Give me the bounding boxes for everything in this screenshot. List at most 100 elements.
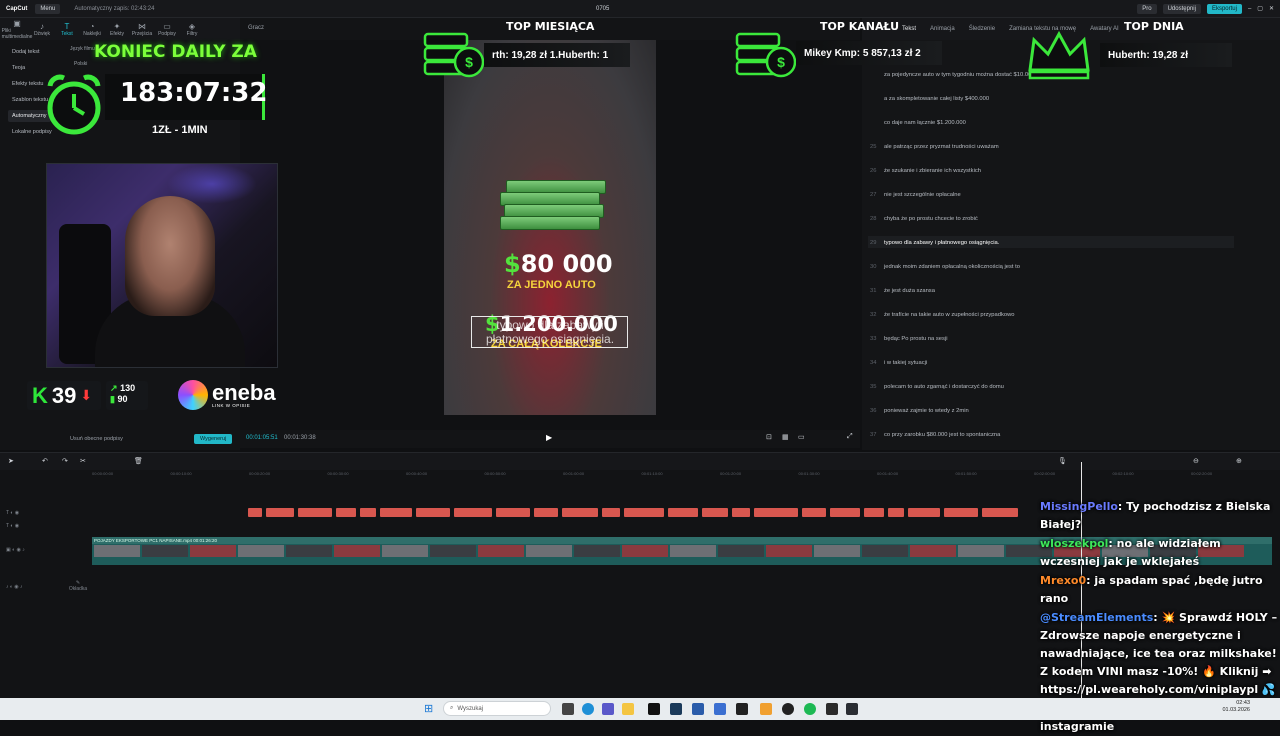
caption-clip[interactable] [702, 508, 728, 517]
track-video-controls[interactable]: ▣ ◐ ◉ ♪ [6, 547, 25, 553]
generate-button[interactable]: Wygeneruj [194, 434, 233, 444]
app-icon-blue[interactable] [692, 703, 704, 715]
tool-stickers[interactable]: ◔ Naklejki [81, 18, 103, 40]
tool-effects[interactable]: ✦ Efekty [106, 18, 128, 40]
redo-icon[interactable]: ↷ [62, 457, 68, 465]
caption-clip[interactable] [416, 508, 450, 517]
tool-transitions[interactable]: ⋈ Przejścia [131, 18, 153, 40]
subtitle-text[interactable]: typowo dla zabawy i płatnowego osiągnięc… [474, 318, 626, 346]
crop-icon[interactable]: ⊡ [766, 433, 772, 441]
caption-clip[interactable] [802, 508, 826, 517]
lp-add-text[interactable]: Dodaj tekst [8, 46, 44, 58]
caption-clip[interactable] [266, 508, 294, 517]
caption-clip[interactable] [864, 508, 884, 517]
app-icon-orange[interactable] [760, 703, 772, 715]
caption-clip[interactable] [982, 508, 1018, 517]
script-line[interactable]: a za skompletowanie całej listy $400.000 [870, 96, 989, 102]
quality-icon[interactable]: ▦ [782, 433, 789, 441]
caption-clip[interactable] [602, 508, 620, 517]
pro-badge[interactable]: Pro [1137, 3, 1157, 14]
explorer-icon[interactable] [622, 703, 634, 715]
remove-subs-checkbox[interactable]: Usuń obecne podpisy [70, 436, 123, 442]
caption-clip[interactable] [668, 508, 698, 517]
track-text-controls[interactable]: T ◐ ◉ [6, 510, 19, 516]
script-line[interactable]: 30 jednak moim zdaniem opłacalną okoliczn… [870, 264, 1020, 270]
minimize-icon[interactable]: – [1248, 6, 1251, 12]
export-button[interactable]: Eksportuj [1206, 3, 1242, 14]
tab-animation[interactable]: Animacja [930, 26, 955, 32]
taskbar-search[interactable]: ⌕ Wyszukaj [443, 701, 551, 716]
system-clock[interactable]: 02:43 01.03.2026 [1222, 700, 1250, 714]
caption-clip[interactable] [944, 508, 978, 517]
script-line[interactable]: 32 że trafície na takie auto w zupełności… [870, 312, 1015, 318]
script-line[interactable]: 37 co przy zarobku $80.000 jest to sponta… [870, 432, 1000, 438]
script-line[interactable]: 33 będąc Po prostu na sesji [870, 336, 947, 342]
caption-clip[interactable] [754, 508, 798, 517]
script-line[interactable]: 27 nie jest szczególnie opłacalne [870, 192, 961, 198]
tab-tracking[interactable]: Śledzenie [969, 26, 995, 32]
script-line[interactable]: 36 ponieważ zajmie to wtedy z 2min [870, 408, 969, 414]
zoom-in-icon[interactable]: ⊕ [1236, 457, 1242, 465]
app-icon-v[interactable] [670, 703, 682, 715]
cover-button[interactable]: ✎ Okładka [68, 580, 88, 592]
caption-clip[interactable] [888, 508, 904, 517]
tool-filters[interactable]: ◈ Filtry [181, 18, 203, 40]
script-line[interactable]: 29 typowo dla zabawy i płatnowego osiągni… [870, 240, 999, 246]
caption-clip[interactable] [562, 508, 598, 517]
aspect-icon[interactable]: ▭ [798, 433, 805, 441]
script-line[interactable]: za pojedyncze auto w tym tygodniu można … [870, 72, 1035, 78]
lp-teoja[interactable]: Teoja [8, 62, 29, 74]
caption-clip[interactable] [336, 508, 356, 517]
select-tool-icon[interactable]: ➤ [8, 457, 14, 465]
caption-clip[interactable] [908, 508, 940, 517]
mic-icon[interactable]: 🎙 [1058, 457, 1067, 465]
tool-media[interactable]: ▣ Pliki multimedialne [2, 18, 33, 40]
script-line[interactable]: 35 polecam to auto zgarnąć i dostarczyć d… [870, 384, 1004, 390]
caption-clip[interactable] [830, 508, 860, 517]
capcut-icon[interactable] [648, 703, 660, 715]
menu-button[interactable]: Menu [35, 3, 61, 14]
play-icon[interactable]: ▶ [546, 433, 552, 442]
caption-clip[interactable] [298, 508, 332, 517]
start-icon[interactable]: ⊞ [424, 702, 433, 715]
caption-clip[interactable] [496, 508, 530, 517]
tab-text[interactable]: Tekst [902, 26, 916, 32]
discord-icon[interactable] [602, 703, 614, 715]
tool-captions[interactable]: ▭ Podpisy [156, 18, 178, 40]
tool-audio[interactable]: ♪ Dźwięk [31, 18, 53, 40]
undo-icon[interactable]: ↶ [42, 457, 48, 465]
script-line[interactable]: 28 chyba że po prostu chcecie to zrobić [870, 216, 978, 222]
script-line[interactable]: 34 i w takiej sytuacji [870, 360, 927, 366]
split-icon[interactable]: ✂ [80, 457, 86, 465]
fullscreen-icon[interactable]: ⤢ [847, 433, 853, 441]
script-line[interactable]: 25 ale patrząc przez pryzmat trudności uw… [870, 144, 999, 150]
obs-icon[interactable] [782, 703, 794, 715]
spotify-icon[interactable] [804, 703, 816, 715]
edge-icon[interactable] [582, 703, 594, 715]
share-button[interactable]: Udostępnij [1162, 3, 1201, 14]
app-icon-capcut2[interactable] [846, 703, 858, 715]
lp-text-effects[interactable]: Efekty tekstu [8, 78, 48, 90]
caption-clip[interactable] [624, 508, 664, 517]
caption-clip[interactable] [454, 508, 492, 517]
maximize-icon[interactable]: ▢ [1257, 5, 1263, 12]
tab-ai-avatars[interactable]: Awatary AI [1090, 26, 1119, 32]
caption-clip[interactable] [248, 508, 262, 517]
track-text2-controls[interactable]: T ◐ ◉ [6, 523, 19, 529]
caption-clip[interactable] [732, 508, 750, 517]
script-line[interactable]: 31 że jest duża szansa [870, 288, 935, 294]
app-icon-n[interactable] [826, 703, 838, 715]
tool-text[interactable]: T Tekst [56, 18, 78, 40]
caption-clip[interactable] [360, 508, 376, 517]
app-icon-mail[interactable] [714, 703, 726, 715]
zoom-out-icon[interactable]: ⊖ [1193, 457, 1199, 465]
script-line[interactable]: 26 że szukanie i zbieranie ich wszystkich [870, 168, 981, 174]
app-icon-next[interactable] [736, 703, 748, 715]
caption-clip[interactable] [380, 508, 412, 517]
track-audio-controls[interactable]: ♪ ◐ ◉ ♪ [6, 584, 23, 590]
script-line[interactable]: co daje nam łącznie $1.200.000 [870, 120, 966, 126]
task-view-icon[interactable] [562, 703, 574, 715]
delete-icon[interactable]: 🗑 [134, 457, 143, 465]
video-preview[interactable] [444, 40, 656, 415]
caption-clip[interactable] [534, 508, 558, 517]
